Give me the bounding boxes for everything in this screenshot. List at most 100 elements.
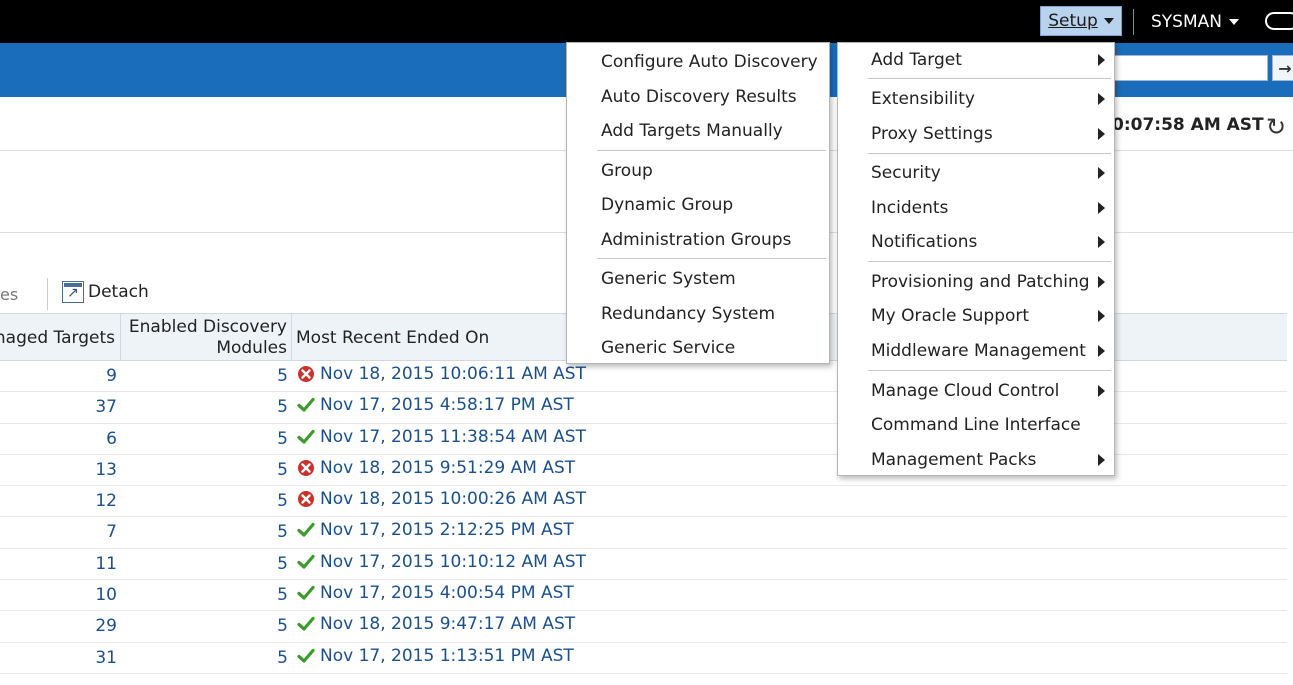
column-label: Most Recent Ended On <box>296 327 490 348</box>
most-recent-cell: Nov 18, 2015 9:51:29 AM AST <box>297 458 575 478</box>
detach-icon <box>62 281 84 303</box>
ended-on-link[interactable]: Nov 18, 2015 9:51:29 AM AST <box>320 458 575 478</box>
menu-item-configure-auto-discovery[interactable]: Configure Auto Discovery <box>567 46 829 78</box>
check-icon <box>297 521 315 539</box>
ended-on-link[interactable]: Nov 17, 2015 4:58:17 PM AST <box>320 395 574 415</box>
chevron-right-icon <box>1098 202 1105 214</box>
toolbar-partial-item[interactable]: es <box>0 285 18 304</box>
menu-item-label: Management Packs <box>871 450 1037 470</box>
menu-item-security[interactable]: Security <box>838 157 1114 189</box>
menu-item-generic-system[interactable]: Generic System <box>567 263 829 295</box>
menu-item-label: Middleware Management <box>871 341 1086 361</box>
column-enabled-modules[interactable]: Enabled Discovery Modules <box>121 314 292 361</box>
menu-item-add-target[interactable]: Add Target <box>838 44 1114 76</box>
menu-item-administration-groups[interactable]: Administration Groups <box>567 224 829 256</box>
menu-item-provisioning-and-patching[interactable]: Provisioning and Patching <box>838 266 1114 298</box>
table-row[interactable]: 12 5 Nov 18, 2015 10:00:26 AM AST <box>0 486 1287 518</box>
most-recent-cell: Nov 17, 2015 2:12:25 PM AST <box>297 520 574 540</box>
toolbar-divider <box>47 278 48 310</box>
ended-on-link[interactable]: Nov 17, 2015 11:38:54 AM AST <box>320 427 586 447</box>
table-row[interactable]: 11 5 Nov 17, 2015 10:10:12 AM AST <box>0 549 1287 581</box>
menu-separator <box>868 370 1111 371</box>
ended-on-link[interactable]: Nov 17, 2015 4:00:54 PM AST <box>320 583 574 603</box>
check-icon <box>297 615 315 633</box>
menu-item-label: Manage Cloud Control <box>871 381 1060 401</box>
table-row[interactable]: 10 5 Nov 17, 2015 4:00:54 PM AST <box>0 580 1287 612</box>
managed-targets-cell: 9 <box>106 366 117 386</box>
ended-on-link[interactable]: Nov 17, 2015 2:12:25 PM AST <box>320 520 574 540</box>
menu-item-command-line-interface[interactable]: Command Line Interface <box>838 409 1114 441</box>
managed-targets-cell: 6 <box>106 428 117 449</box>
ended-on-link[interactable]: Nov 17, 2015 1:13:51 PM AST <box>320 646 574 666</box>
menu-item-label: My Oracle Support <box>871 306 1030 326</box>
menu-item-group[interactable]: Group <box>567 155 829 187</box>
menu-item-middleware-management[interactable]: Middleware Management <box>838 335 1114 367</box>
menu-item-generic-service[interactable]: Generic Service <box>567 332 829 364</box>
enabled-modules-cell: 5 <box>277 491 288 512</box>
setup-menu-button[interactable]: Setup <box>1040 6 1122 36</box>
menu-item-dynamic-group[interactable]: Dynamic Group <box>567 189 829 221</box>
chevron-down-icon <box>1228 19 1239 25</box>
menu-item-incidents[interactable]: Incidents <box>838 192 1114 224</box>
add-target-submenu: Configure Auto Discovery Auto Discovery … <box>566 42 830 364</box>
ended-on-link[interactable]: Nov 18, 2015 9:47:17 AM AST <box>320 614 575 634</box>
column-managed-targets[interactable]: naged Targets <box>0 314 121 361</box>
managed-targets-cell: 13 <box>95 459 117 480</box>
menu-item-extensibility[interactable]: Extensibility <box>838 83 1114 115</box>
menu-item-add-targets-manually[interactable]: Add Targets Manually <box>567 115 829 147</box>
search-go-button[interactable]: → <box>1272 55 1293 81</box>
header-divider <box>1133 9 1134 35</box>
chevron-right-icon <box>1098 276 1105 288</box>
table-row[interactable]: 31 5 Nov 17, 2015 1:13:51 PM AST <box>0 643 1287 674</box>
enabled-modules-cell: 5 <box>277 366 288 386</box>
menu-item-my-oracle-support[interactable]: My Oracle Support <box>838 300 1114 332</box>
ended-on-link[interactable]: Nov 17, 2015 10:10:12 AM AST <box>320 552 586 572</box>
menu-item-label: Extensibility <box>871 89 975 109</box>
error-x-icon <box>297 490 315 508</box>
ended-on-link[interactable]: Nov 18, 2015 10:06:11 AM AST <box>320 364 586 384</box>
managed-targets-cell: 31 <box>95 647 117 668</box>
menu-separator <box>868 261 1111 262</box>
most-recent-cell: Nov 17, 2015 4:58:17 PM AST <box>297 395 574 415</box>
chevron-right-icon <box>1098 236 1105 248</box>
enabled-modules-cell: 5 <box>277 553 288 574</box>
enabled-modules-cell: 5 <box>277 397 288 418</box>
enabled-modules-cell: 5 <box>277 459 288 480</box>
refresh-icon[interactable]: ↻ <box>1266 114 1286 140</box>
column-label: Enabled Discovery <box>128 316 287 337</box>
chevron-down-icon <box>1103 18 1114 24</box>
menu-item-proxy-settings[interactable]: Proxy Settings <box>838 118 1114 150</box>
user-menu-button[interactable]: SYSMAN <box>1151 9 1239 35</box>
check-icon <box>297 553 315 571</box>
chevron-right-icon <box>1098 385 1105 397</box>
most-recent-cell: Nov 17, 2015 11:38:54 AM AST <box>297 427 586 447</box>
error-x-icon <box>297 459 315 477</box>
menu-item-label: Command Line Interface <box>871 415 1081 435</box>
menu-item-redundancy-system[interactable]: Redundancy System <box>567 298 829 330</box>
managed-targets-cell: 10 <box>95 585 117 606</box>
setup-label: Setup <box>1048 11 1098 31</box>
detach-label: Detach <box>88 282 149 302</box>
menu-item-manage-cloud-control[interactable]: Manage Cloud Control <box>838 375 1114 407</box>
menu-item-auto-discovery-results[interactable]: Auto Discovery Results <box>567 81 829 113</box>
chevron-right-icon <box>1098 54 1105 66</box>
menu-separator <box>597 258 826 259</box>
menu-item-management-packs[interactable]: Management Packs <box>838 444 1114 476</box>
column-most-recent-ended-on[interactable]: Most Recent Ended On <box>296 314 596 361</box>
menu-item-notifications[interactable]: Notifications <box>838 226 1114 258</box>
most-recent-cell: Nov 18, 2015 9:47:17 AM AST <box>297 614 575 634</box>
help-ring-icon[interactable] <box>1265 12 1293 30</box>
check-icon <box>297 396 315 414</box>
ended-on-link[interactable]: Nov 18, 2015 10:00:26 AM AST <box>320 489 586 509</box>
chevron-right-icon <box>1098 167 1105 179</box>
search-input[interactable] <box>1110 55 1268 81</box>
managed-targets-cell: 12 <box>95 491 117 512</box>
chevron-right-icon <box>1098 345 1105 357</box>
table-row[interactable]: 7 5 Nov 17, 2015 2:12:25 PM AST <box>0 517 1287 549</box>
managed-targets-cell: 29 <box>95 616 117 637</box>
table-row[interactable]: 29 5 Nov 18, 2015 9:47:17 AM AST <box>0 611 1287 643</box>
detach-button[interactable]: Detach <box>62 281 149 303</box>
menu-item-label: Incidents <box>871 198 949 218</box>
setup-menu: Add Target Extensibility Proxy Settings … <box>837 42 1115 476</box>
enabled-modules-cell: 5 <box>277 647 288 668</box>
